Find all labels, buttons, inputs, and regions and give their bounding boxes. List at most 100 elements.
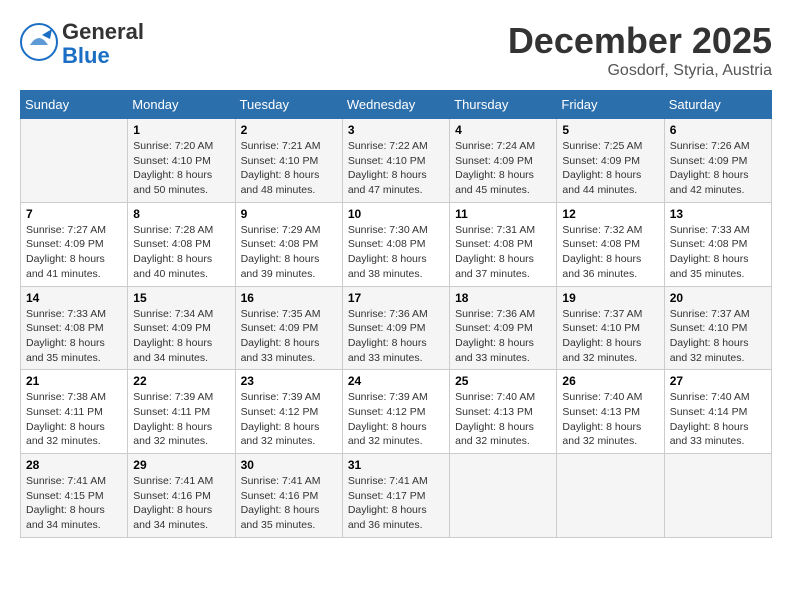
day-number: 11 [455, 207, 551, 221]
day-info: Sunrise: 7:24 AMSunset: 4:09 PMDaylight:… [455, 139, 551, 198]
location: Gosdorf, Styria, Austria [508, 62, 772, 80]
week-row-4: 21 Sunrise: 7:38 AMSunset: 4:11 PMDayligh… [21, 370, 772, 454]
title-block: December 2025 Gosdorf, Styria, Austria [508, 20, 772, 80]
day-number: 1 [133, 123, 229, 137]
day-number: 18 [455, 291, 551, 305]
day-cell: 31Sunrise: 7:41 AMSunset: 4:17 PMDayligh… [342, 454, 449, 538]
day-cell: 23 Sunrise: 7:39 AMSunset: 4:12 PMDayligh… [235, 370, 342, 454]
day-cell: 6 Sunrise: 7:26 AMSunset: 4:09 PMDaylight… [664, 119, 771, 203]
day-cell: 22 Sunrise: 7:39 AMSunset: 4:11 PMDayligh… [128, 370, 235, 454]
day-info: Sunrise: 7:26 AMSunset: 4:09 PMDaylight:… [670, 139, 766, 198]
day-info: Sunrise: 7:34 AMSunset: 4:09 PMDaylight:… [133, 307, 229, 366]
day-number: 3 [348, 123, 444, 137]
day-info: Sunrise: 7:35 AMSunset: 4:09 PMDaylight:… [241, 307, 337, 366]
day-info: Sunrise: 7:21 AMSunset: 4:10 PMDaylight:… [241, 139, 337, 198]
day-header-monday: Monday [128, 91, 235, 119]
day-info: Sunrise: 7:39 AMSunset: 4:11 PMDaylight:… [133, 390, 229, 449]
day-info: Sunrise: 7:20 AMSunset: 4:10 PMDaylight:… [133, 139, 229, 198]
day-cell: 24 Sunrise: 7:39 AMSunset: 4:12 PMDayligh… [342, 370, 449, 454]
day-info: Sunrise: 7:32 AMSunset: 4:08 PMDaylight:… [562, 223, 658, 282]
month-title: December 2025 [508, 20, 772, 62]
day-number: 20 [670, 291, 766, 305]
day-header-saturday: Saturday [664, 91, 771, 119]
day-info: Sunrise: 7:40 AMSunset: 4:14 PMDaylight:… [670, 390, 766, 449]
day-cell [450, 454, 557, 538]
day-info: Sunrise: 7:36 AMSunset: 4:09 PMDaylight:… [455, 307, 551, 366]
day-cell: 27 Sunrise: 7:40 AMSunset: 4:14 PMDayligh… [664, 370, 771, 454]
day-headers-row: SundayMondayTuesdayWednesdayThursdayFrid… [21, 91, 772, 119]
calendar-table: SundayMondayTuesdayWednesdayThursdayFrid… [20, 90, 772, 538]
day-info: Sunrise: 7:33 AMSunset: 4:08 PMDaylight:… [26, 307, 122, 366]
day-cell: 15 Sunrise: 7:34 AMSunset: 4:09 PMDayligh… [128, 286, 235, 370]
day-cell: 14 Sunrise: 7:33 AMSunset: 4:08 PMDayligh… [21, 286, 128, 370]
day-cell [557, 454, 664, 538]
day-number: 29 [133, 458, 229, 472]
day-cell: 26 Sunrise: 7:40 AMSunset: 4:13 PMDayligh… [557, 370, 664, 454]
day-number: 9 [241, 207, 337, 221]
day-cell: 21 Sunrise: 7:38 AMSunset: 4:11 PMDayligh… [21, 370, 128, 454]
day-number: 27 [670, 374, 766, 388]
logo-icon [20, 23, 58, 61]
day-number: 21 [26, 374, 122, 388]
day-header-sunday: Sunday [21, 91, 128, 119]
day-info: Sunrise: 7:37 AMSunset: 4:10 PMDaylight:… [670, 307, 766, 366]
day-info: Sunrise: 7:41 AMSunset: 4:15 PMDaylight:… [26, 474, 122, 533]
day-cell: 2 Sunrise: 7:21 AMSunset: 4:10 PMDaylight… [235, 119, 342, 203]
day-number: 24 [348, 374, 444, 388]
day-number: 2 [241, 123, 337, 137]
day-number: 7 [26, 207, 122, 221]
day-cell: 25 Sunrise: 7:40 AMSunset: 4:13 PMDayligh… [450, 370, 557, 454]
day-header-thursday: Thursday [450, 91, 557, 119]
week-row-2: 7 Sunrise: 7:27 AMSunset: 4:09 PMDaylight… [21, 202, 772, 286]
day-number: 13 [670, 207, 766, 221]
logo-general-text: General [62, 19, 144, 44]
day-info: Sunrise: 7:39 AMSunset: 4:12 PMDaylight:… [348, 390, 444, 449]
day-info: Sunrise: 7:36 AMSunset: 4:09 PMDaylight:… [348, 307, 444, 366]
day-number: 17 [348, 291, 444, 305]
day-number: 12 [562, 207, 658, 221]
day-number: 10 [348, 207, 444, 221]
day-cell: 17 Sunrise: 7:36 AMSunset: 4:09 PMDayligh… [342, 286, 449, 370]
day-cell: 16Sunrise: 7:35 AMSunset: 4:09 PMDayligh… [235, 286, 342, 370]
day-cell: 30 Sunrise: 7:41 AMSunset: 4:16 PMDayligh… [235, 454, 342, 538]
day-number: 26 [562, 374, 658, 388]
day-info: Sunrise: 7:29 AMSunset: 4:08 PMDaylight:… [241, 223, 337, 282]
day-number: 4 [455, 123, 551, 137]
day-cell: 9 Sunrise: 7:29 AMSunset: 4:08 PMDaylight… [235, 202, 342, 286]
day-number: 15 [133, 291, 229, 305]
day-info: Sunrise: 7:41 AMSunset: 4:17 PMDaylight:… [348, 474, 444, 533]
day-info: Sunrise: 7:39 AMSunset: 4:12 PMDaylight:… [241, 390, 337, 449]
day-header-wednesday: Wednesday [342, 91, 449, 119]
day-cell: 3 Sunrise: 7:22 AMSunset: 4:10 PMDaylight… [342, 119, 449, 203]
day-cell: 5 Sunrise: 7:25 AMSunset: 4:09 PMDaylight… [557, 119, 664, 203]
day-cell: 8Sunrise: 7:28 AMSunset: 4:08 PMDaylight… [128, 202, 235, 286]
day-number: 30 [241, 458, 337, 472]
day-number: 5 [562, 123, 658, 137]
day-cell: 19Sunrise: 7:37 AMSunset: 4:10 PMDayligh… [557, 286, 664, 370]
day-number: 22 [133, 374, 229, 388]
day-info: Sunrise: 7:27 AMSunset: 4:09 PMDaylight:… [26, 223, 122, 282]
day-cell: 18 Sunrise: 7:36 AMSunset: 4:09 PMDayligh… [450, 286, 557, 370]
day-info: Sunrise: 7:22 AMSunset: 4:10 PMDaylight:… [348, 139, 444, 198]
day-number: 28 [26, 458, 122, 472]
day-cell [664, 454, 771, 538]
day-info: Sunrise: 7:40 AMSunset: 4:13 PMDaylight:… [455, 390, 551, 449]
day-info: Sunrise: 7:38 AMSunset: 4:11 PMDaylight:… [26, 390, 122, 449]
day-number: 14 [26, 291, 122, 305]
day-header-friday: Friday [557, 91, 664, 119]
page-header: General Blue December 2025 Gosdorf, Styr… [20, 20, 772, 80]
day-cell: 11Sunrise: 7:31 AMSunset: 4:08 PMDayligh… [450, 202, 557, 286]
logo: General Blue [20, 20, 144, 68]
day-number: 8 [133, 207, 229, 221]
day-number: 6 [670, 123, 766, 137]
day-cell: 20 Sunrise: 7:37 AMSunset: 4:10 PMDayligh… [664, 286, 771, 370]
day-number: 23 [241, 374, 337, 388]
day-info: Sunrise: 7:37 AMSunset: 4:10 PMDaylight:… [562, 307, 658, 366]
day-cell [21, 119, 128, 203]
day-info: Sunrise: 7:40 AMSunset: 4:13 PMDaylight:… [562, 390, 658, 449]
day-info: Sunrise: 7:41 AMSunset: 4:16 PMDaylight:… [241, 474, 337, 533]
week-row-1: 1 Sunrise: 7:20 AMSunset: 4:10 PMDaylight… [21, 119, 772, 203]
day-number: 25 [455, 374, 551, 388]
day-info: Sunrise: 7:25 AMSunset: 4:09 PMDaylight:… [562, 139, 658, 198]
day-cell: 12 Sunrise: 7:32 AMSunset: 4:08 PMDayligh… [557, 202, 664, 286]
